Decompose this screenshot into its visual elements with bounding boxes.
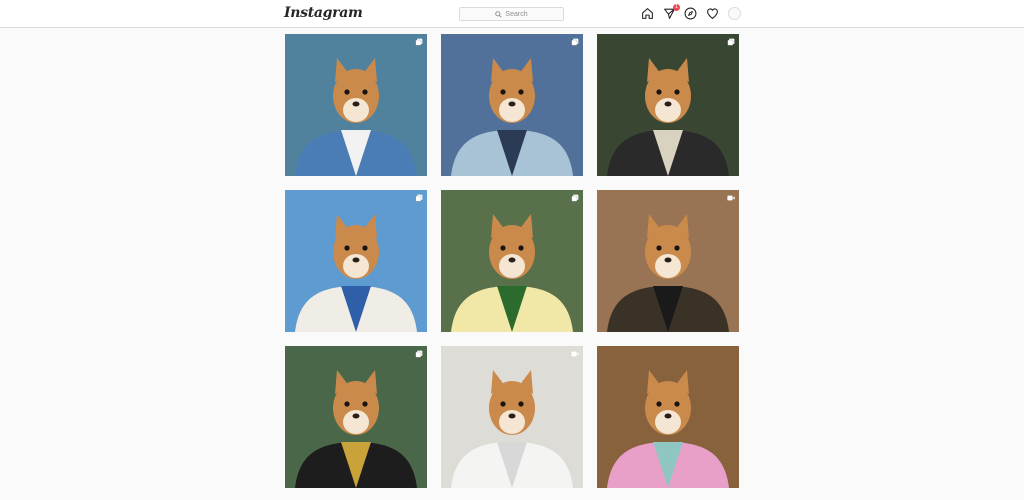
post-thumbnail[interactable] bbox=[597, 34, 739, 176]
search-placeholder: Search bbox=[505, 10, 528, 18]
shiba-dog-photo bbox=[597, 34, 739, 176]
search-input[interactable]: Search bbox=[459, 7, 564, 21]
shiba-dog-photo bbox=[285, 34, 427, 176]
compass-icon bbox=[684, 7, 697, 20]
shiba-dog-photo bbox=[441, 346, 583, 488]
carousel-icon bbox=[415, 194, 423, 202]
carousel-icon bbox=[571, 38, 579, 46]
post-thumbnail[interactable] bbox=[597, 346, 739, 488]
top-navigation-bar: Instagram Search 1 bbox=[0, 0, 1024, 28]
profile-avatar[interactable] bbox=[728, 7, 741, 20]
shiba-dog-photo bbox=[441, 34, 583, 176]
video-icon bbox=[727, 194, 735, 202]
post-thumbnail[interactable] bbox=[441, 346, 583, 488]
home-icon bbox=[642, 8, 653, 19]
home-button[interactable] bbox=[641, 7, 654, 20]
shiba-dog-photo bbox=[285, 346, 427, 488]
posts-grid bbox=[285, 34, 739, 488]
post-thumbnail[interactable] bbox=[441, 34, 583, 176]
video-icon bbox=[571, 350, 579, 358]
carousel-icon bbox=[571, 194, 579, 202]
post-thumbnail[interactable] bbox=[285, 34, 427, 176]
explore-button[interactable] bbox=[684, 7, 697, 20]
carousel-icon bbox=[727, 38, 735, 46]
search-icon bbox=[495, 10, 503, 18]
carousel-icon bbox=[415, 38, 423, 46]
post-thumbnail[interactable] bbox=[597, 190, 739, 332]
shiba-dog-photo bbox=[441, 190, 583, 332]
carousel-icon bbox=[415, 350, 423, 358]
heart-icon bbox=[707, 8, 718, 19]
shiba-dog-photo bbox=[597, 346, 739, 488]
post-thumbnail[interactable] bbox=[441, 190, 583, 332]
post-thumbnail[interactable] bbox=[285, 346, 427, 488]
instagram-logo[interactable]: Instagram bbox=[284, 5, 363, 21]
post-thumbnail[interactable] bbox=[285, 190, 427, 332]
direct-messages-button[interactable]: 1 bbox=[663, 4, 680, 20]
shiba-dog-photo bbox=[285, 190, 427, 332]
notification-badge: 1 bbox=[673, 4, 680, 11]
shiba-dog-photo bbox=[597, 190, 739, 332]
activity-button[interactable] bbox=[706, 7, 719, 20]
